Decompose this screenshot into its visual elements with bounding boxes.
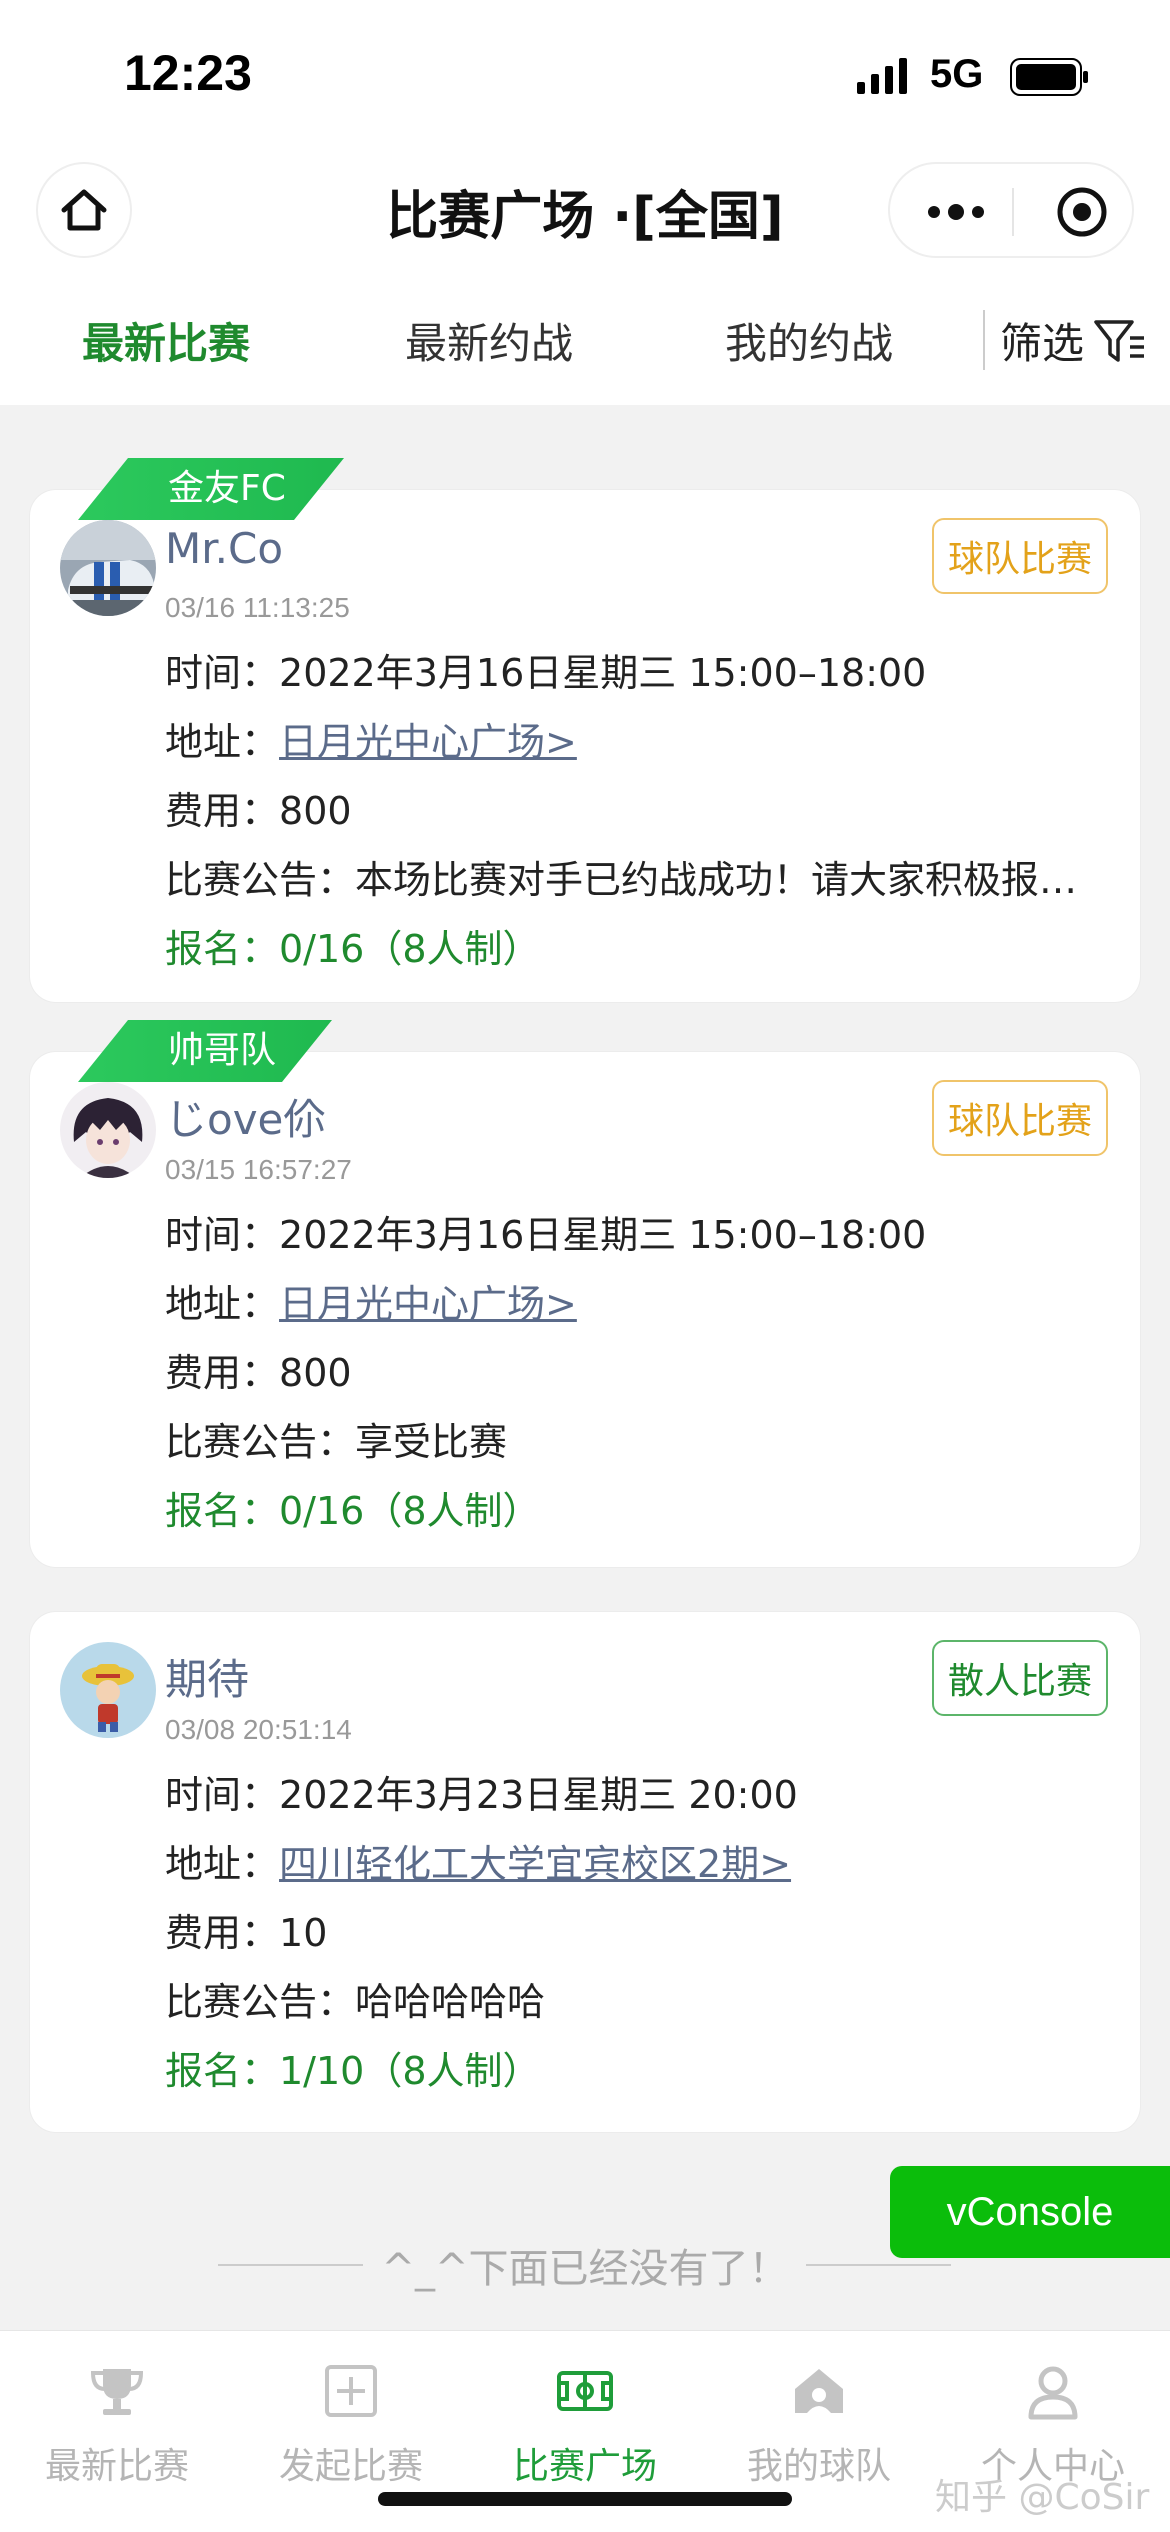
match-fee: 费用：800 [165,1351,352,1395]
signup-status: 报名：0/16（8人制） [165,1489,541,1533]
match-card[interactable]: 期待 03/08 20:51:14 散人比赛 时间：2022年3月23日星期三 … [30,1612,1140,2132]
battery-icon [1010,58,1088,96]
team-name: 金友FC [168,468,286,509]
status-bar: 12:23 5G [0,0,1170,150]
home-indicator [378,2492,792,2506]
post-time: 03/16 11:13:25 [165,592,350,623]
target-icon[interactable] [1056,186,1108,238]
match-time: 时间：2022年3月16日星期三 15:00–18:00 [165,651,927,695]
tabbar-item-latest-matches[interactable]: 最新比赛 [0,2361,234,2489]
username: じove伱 [165,1095,326,1144]
match-address: 地址：四川轻化工大学宜宾校区2期> [165,1842,792,1886]
team-house-icon [795,2369,843,2413]
filter-label: 筛选 [1000,319,1085,368]
capsule-menu [888,162,1134,258]
tab-bar: 最新比赛 最新约战 我的约战 筛选 [0,270,1170,405]
more-icon[interactable] [926,198,986,226]
network-type: 5G [930,52,984,96]
match-card[interactable]: Mr.Co 03/16 11:13:25 球队比赛 时间：2022年3月16日星… [30,490,1140,1002]
filter-icon [1094,319,1145,362]
team-name: 帅哥队 [168,1030,277,1071]
filter-button[interactable]: 筛选 [1000,310,1146,371]
tabbar-label: 我的球队 [746,2446,891,2487]
post-time: 03/08 20:51:14 [165,1714,352,1745]
vconsole-button[interactable]: vConsole [890,2166,1170,2258]
match-notice: 比赛公告：本场比赛对手已约战成功！请大家积极报… [165,858,1078,902]
match-notice: 比赛公告：哈哈哈哈哈 [165,1980,546,2024]
tabbar-item-create-match[interactable]: 发起比赛 [234,2361,468,2489]
match-address: 地址：日月光中心广场> [165,720,577,764]
signup-status: 报名：1/10（8人制） [165,2049,541,2093]
username: Mr.Co [165,524,284,573]
status-time: 12:23 [124,45,252,101]
match-time: 时间：2022年3月23日星期三 20:00 [165,1773,798,1817]
tab-my-challenges[interactable]: 我的约战 [725,310,893,371]
address-link[interactable]: 日月光中心广场> [279,1282,577,1326]
tab-latest-challenges[interactable]: 最新约战 [405,310,573,371]
address-link[interactable]: 日月光中心广场> [279,720,577,764]
user-icon [1028,2366,1078,2420]
team-ribbon: 帅哥队 [78,1020,332,1082]
username: 期待 [165,1655,250,1704]
match-fee: 费用：10 [165,1911,328,1955]
tabbar-item-match-square[interactable]: 比赛广场 [468,2361,702,2489]
tabbar-label: 发起比赛 [278,2446,423,2487]
trophy-icon [90,2369,144,2415]
match-type-badge: 散人比赛 [931,1640,1108,1716]
match-card[interactable]: じove伱 03/15 16:57:27 球队比赛 时间：2022年3月16日星… [30,1052,1140,1567]
soccer-field-icon [557,2371,613,2411]
team-ribbon: 金友FC [78,458,344,520]
watermark: 知乎 @CoSir [935,2477,1150,2518]
end-divider-right [806,2264,951,2266]
tabbar-label: 比赛广场 [512,2446,657,2487]
post-time: 03/15 16:57:27 [165,1154,352,1185]
tab-latest-matches[interactable]: 最新比赛 [82,310,250,371]
match-address: 地址：日月光中心广场> [165,1282,577,1326]
match-type-badge: 球队比赛 [931,518,1108,594]
match-fee: 费用：800 [165,789,352,833]
match-time: 时间：2022年3月16日星期三 15:00–18:00 [165,1213,927,1257]
tab-divider [983,310,985,370]
address-link[interactable]: 四川轻化工大学宜宾校区2期> [279,1842,791,1886]
nav-bar: 比赛广场 ·[全国] [0,150,1170,270]
add-square-icon [325,2365,377,2417]
avatar [60,1082,156,1178]
match-type-badge: 球队比赛 [931,1080,1108,1156]
avatar [60,520,156,616]
match-notice: 比赛公告：享受比赛 [165,1420,508,1464]
capsule-divider [1012,188,1014,236]
signal-icon [857,58,907,94]
tabbar-label: 最新比赛 [44,2446,189,2487]
avatar [60,1642,156,1738]
signup-status: 报名：0/16（8人制） [165,927,541,971]
tabbar-item-my-team[interactable]: 我的球队 [702,2361,936,2489]
